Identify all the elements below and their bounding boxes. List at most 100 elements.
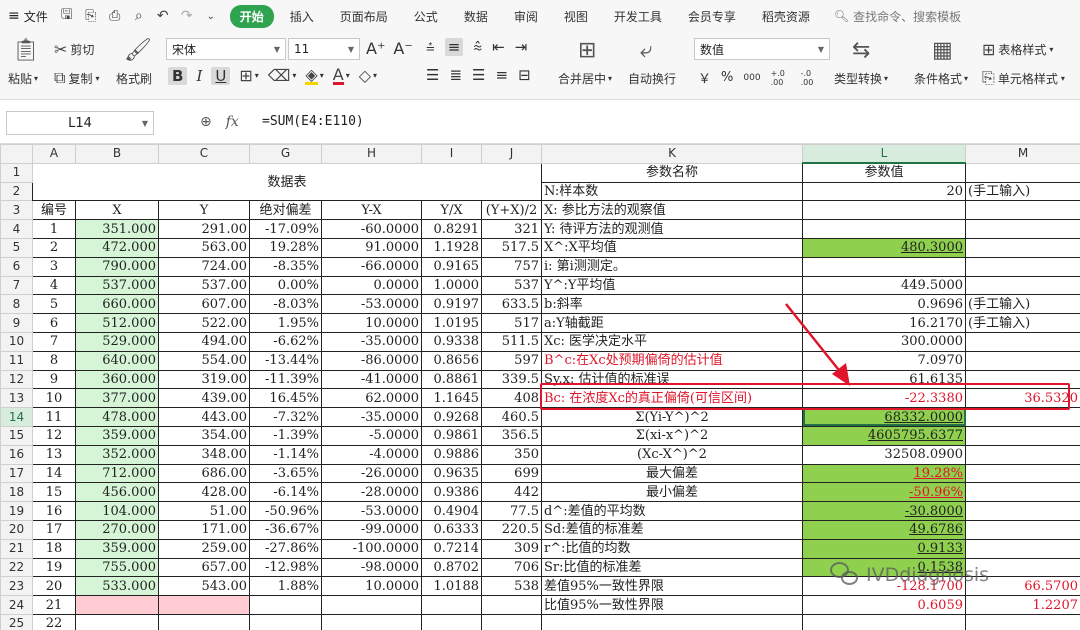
param-extra[interactable] bbox=[965, 350, 1080, 371]
param-value[interactable]: 32508.0900 bbox=[802, 444, 966, 465]
merge-center-icon[interactable]: ⊞ bbox=[578, 38, 596, 63]
diff-cell[interactable]: 0.0000 bbox=[321, 275, 422, 296]
row-header-12[interactable]: 12 bbox=[0, 369, 33, 390]
ratio-cell[interactable]: 0.8861 bbox=[421, 369, 482, 390]
mean-cell[interactable]: 517 bbox=[481, 313, 542, 333]
format-painter-icon[interactable]: 🖌︎ bbox=[124, 38, 152, 63]
tab-6[interactable]: 视图 bbox=[554, 5, 598, 28]
abs-dev-cell[interactable]: -7.32% bbox=[249, 407, 322, 427]
row-number-cell[interactable]: 15 bbox=[32, 482, 76, 503]
x-cell[interactable]: 640.000 bbox=[75, 350, 159, 371]
bold-button[interactable]: B bbox=[168, 66, 188, 85]
row-header-15[interactable]: 15 bbox=[0, 425, 33, 446]
param-value[interactable] bbox=[802, 200, 966, 221]
mean-cell[interactable]: 699 bbox=[481, 463, 542, 484]
x-cell[interactable]: 478.000 bbox=[75, 407, 159, 427]
row-number-cell[interactable]: 10 bbox=[32, 388, 76, 409]
row-number-cell[interactable]: 6 bbox=[32, 313, 76, 333]
ratio-cell[interactable]: 0.8656 bbox=[421, 350, 482, 371]
abs-dev-cell[interactable]: -1.14% bbox=[249, 444, 322, 465]
param-value[interactable]: 4605795.6377 bbox=[802, 425, 966, 446]
y-cell[interactable]: 354.00 bbox=[158, 425, 250, 446]
param-name[interactable]: 比值95%一致性界限 bbox=[541, 595, 803, 615]
diff-cell[interactable]: -4.0000 bbox=[321, 444, 422, 465]
copy-button[interactable]: ⧉ 复制 ▾ bbox=[54, 68, 99, 88]
row-header-20[interactable]: 20 bbox=[0, 519, 33, 540]
mean-cell[interactable] bbox=[481, 613, 542, 630]
param-value[interactable]: 480.3000 bbox=[802, 237, 966, 258]
column-header-m[interactable]: M bbox=[965, 144, 1080, 164]
y-cell[interactable]: 171.00 bbox=[158, 519, 250, 540]
ratio-cell[interactable]: 0.7214 bbox=[421, 538, 482, 559]
y-cell[interactable]: 657.00 bbox=[158, 557, 250, 578]
x-cell[interactable]: 359.000 bbox=[75, 538, 159, 559]
type-convert-button[interactable]: 类型转换 ▾ bbox=[834, 70, 888, 87]
conditional-format-button[interactable]: 条件格式 ▾ bbox=[914, 70, 968, 87]
diff-cell[interactable]: 10.0000 bbox=[321, 576, 422, 597]
param-name[interactable]: 差值95%一致性界限 bbox=[541, 576, 803, 597]
y-cell[interactable]: 494.00 bbox=[158, 331, 250, 352]
diff-cell[interactable]: -60.0000 bbox=[321, 219, 422, 239]
data-header[interactable]: (Y+X)/2 bbox=[481, 200, 542, 221]
row-number-cell[interactable]: 20 bbox=[32, 576, 76, 597]
row-header-2[interactable]: 2 bbox=[0, 181, 33, 202]
y-cell[interactable]: 428.00 bbox=[158, 482, 250, 503]
data-header[interactable]: 编号 bbox=[32, 200, 76, 221]
row-header-17[interactable]: 17 bbox=[0, 463, 33, 484]
mean-cell[interactable]: 511.5 bbox=[481, 331, 542, 352]
column-header-c[interactable]: C bbox=[158, 144, 250, 164]
x-cell[interactable]: 456.000 bbox=[75, 482, 159, 503]
abs-dev-cell[interactable] bbox=[249, 613, 322, 630]
param-value[interactable]: 16.2170 bbox=[802, 313, 966, 333]
row-number-cell[interactable]: 14 bbox=[32, 463, 76, 484]
ratio-cell[interactable]: 0.9886 bbox=[421, 444, 482, 465]
increase-decimal-button[interactable]: +.0 .00 bbox=[771, 69, 791, 87]
diff-cell[interactable]: -99.0000 bbox=[321, 519, 422, 540]
row-header-23[interactable]: 23 bbox=[0, 576, 33, 597]
param-extra[interactable] bbox=[965, 613, 1080, 630]
x-cell[interactable]: 755.000 bbox=[75, 557, 159, 578]
ratio-cell[interactable]: 0.9338 bbox=[421, 331, 482, 352]
row-header-24[interactable]: 24 bbox=[0, 595, 33, 615]
data-header[interactable]: X bbox=[75, 200, 159, 221]
row-number-cell[interactable]: 7 bbox=[32, 331, 76, 352]
param-name[interactable]: d^:差值的平均数 bbox=[541, 501, 803, 521]
param-value[interactable]: 49.6786 bbox=[802, 519, 966, 540]
param-extra[interactable] bbox=[965, 237, 1080, 258]
abs-dev-cell[interactable]: -11.39% bbox=[249, 369, 322, 390]
row-number-cell[interactable]: 1 bbox=[32, 219, 76, 239]
column-header-j[interactable]: J bbox=[481, 144, 542, 164]
align-top-icon[interactable]: ⩮ bbox=[426, 38, 435, 56]
column-header-a[interactable]: A bbox=[32, 144, 76, 164]
save-icon[interactable]: 🖫 bbox=[58, 4, 76, 28]
abs-dev-cell[interactable]: 19.28% bbox=[249, 237, 322, 258]
y-cell[interactable]: 439.00 bbox=[158, 388, 250, 409]
param-name[interactable]: Σ(xi-x^)^2 bbox=[541, 425, 803, 446]
row-header-16[interactable]: 16 bbox=[0, 444, 33, 465]
diff-cell[interactable]: -41.0000 bbox=[321, 369, 422, 390]
diff-cell[interactable] bbox=[321, 595, 422, 615]
x-cell[interactable]: 712.000 bbox=[75, 463, 159, 484]
param-value[interactable]: 7.0970 bbox=[802, 350, 966, 371]
percent-button[interactable]: % bbox=[721, 70, 733, 85]
x-cell[interactable]: 533.000 bbox=[75, 576, 159, 597]
row-header-3[interactable]: 3 bbox=[0, 200, 33, 221]
x-cell[interactable]: 359.000 bbox=[75, 425, 159, 446]
mean-cell[interactable] bbox=[481, 595, 542, 615]
param-name[interactable]: (Xc-X^)^2 bbox=[541, 444, 803, 465]
y-cell[interactable]: 319.00 bbox=[158, 369, 250, 390]
y-cell[interactable]: 543.00 bbox=[158, 576, 250, 597]
ratio-cell[interactable]: 1.0195 bbox=[421, 313, 482, 333]
ratio-cell[interactable]: 0.6333 bbox=[421, 519, 482, 540]
chevron-down-icon[interactable]: ⌄ bbox=[202, 11, 220, 22]
tab-3[interactable]: 公式 bbox=[404, 5, 448, 28]
currency-button[interactable]: ￥ bbox=[698, 68, 711, 87]
ratio-cell[interactable]: 0.9635 bbox=[421, 463, 482, 484]
fill-color-icon[interactable]: ◈ bbox=[305, 66, 318, 85]
ratio-cell[interactable]: 0.8702 bbox=[421, 557, 482, 578]
abs-dev-cell[interactable]: 1.88% bbox=[249, 576, 322, 597]
param-extra[interactable] bbox=[965, 369, 1080, 390]
tab-7[interactable]: 开发工具 bbox=[604, 5, 672, 28]
x-cell[interactable]: 360.000 bbox=[75, 369, 159, 390]
param-name[interactable]: Sd:差值的标准差 bbox=[541, 519, 803, 540]
